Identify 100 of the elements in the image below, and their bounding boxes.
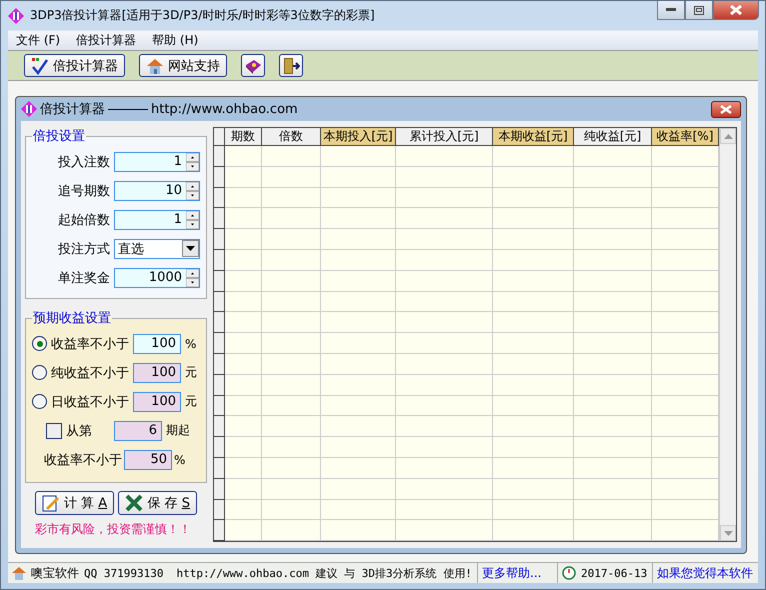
spin-field[interactable]: 1000: [114, 268, 200, 288]
table-cell: [225, 188, 262, 208]
status-message: http://www.ohbao.com 建议 与 3D排3分析系统 使用!: [176, 566, 472, 580]
calculate-button[interactable]: 计 算 A: [35, 491, 114, 515]
dropdown[interactable]: 直选: [114, 238, 200, 258]
field-label: 收益率不小于: [44, 452, 122, 468]
input-field[interactable]: 6: [114, 420, 162, 440]
spin-arrows-icon: [186, 182, 199, 200]
option-label: 纯收益不小于: [51, 364, 129, 382]
unit-label: 元: [185, 393, 197, 410]
column-header: 本期投入[元]: [321, 128, 396, 146]
field-label: 投入注数: [58, 154, 110, 170]
input-field[interactable]: 100: [133, 392, 181, 412]
column-header: 本期收益[元]: [493, 128, 574, 146]
group-title: 预期收益设置: [32, 310, 112, 327]
spin-field[interactable]: 1: [114, 210, 200, 230]
table-cell: [262, 416, 321, 438]
field-label: 追号期数: [58, 182, 110, 200]
checkbox-label: 从第: [66, 422, 92, 440]
input-field[interactable]: 100: [133, 362, 181, 382]
input-field[interactable]: 50: [124, 450, 172, 470]
table-cell: [262, 396, 321, 416]
table-cell: [225, 458, 262, 479]
checkmark-icon: [31, 56, 49, 74]
close-button[interactable]: [711, 100, 741, 118]
clock-icon: [562, 566, 576, 580]
company-name: 噢宝软件: [31, 564, 79, 582]
radio-button[interactable]: [32, 394, 47, 409]
table-cell: [262, 229, 321, 250]
scrollbar[interactable]: [719, 128, 736, 541]
status-date: 2017-06-13: [581, 566, 648, 580]
column-header: 收益率[%]: [652, 128, 719, 146]
checkbox[interactable]: [46, 422, 62, 438]
menu-item[interactable]: 帮助 (H): [144, 32, 206, 49]
column-header: 累计投入[元]: [396, 128, 493, 146]
table-cell: [262, 437, 321, 458]
table-cell: [225, 208, 262, 230]
table-cell: [262, 292, 321, 312]
website-url: http://www.ohbao.com: [151, 102, 298, 116]
table-cell: [262, 500, 321, 520]
menu-item[interactable]: 文件 (F): [8, 32, 68, 49]
table-cell: [262, 208, 321, 230]
table-cell: [225, 354, 262, 375]
spin-field[interactable]: 1: [114, 152, 200, 172]
save-button[interactable]: 保 存 S: [118, 491, 197, 515]
app-logo-icon: [21, 101, 37, 117]
exit-button[interactable]: [279, 54, 303, 77]
radio-button[interactable]: [32, 365, 47, 380]
table-cell: [225, 333, 262, 354]
option-label: 日收益不小于: [51, 394, 129, 410]
spin-arrows-icon: [186, 152, 199, 170]
table-cell: [225, 166, 262, 188]
status-note: 如果您觉得本软件: [657, 564, 753, 582]
house-icon: [146, 56, 164, 74]
house-icon: [12, 566, 26, 580]
spin-arrows-icon: [186, 268, 199, 286]
table-cell: [262, 166, 321, 188]
table-cell: [262, 458, 321, 479]
field-label: 单注奖金: [58, 270, 110, 286]
table-cell: [225, 374, 262, 396]
warning-text: 彩市有风险，投资需谨慎！！: [34, 521, 192, 538]
window-title: 3DP3倍投计算器[适用于3D/P3/时时乐/时时彩等3位数字的彩票]: [30, 7, 375, 24]
table-cell: [262, 520, 321, 541]
close-button[interactable]: [713, 1, 759, 20]
notepad-pencil-icon: [42, 494, 60, 512]
input-field[interactable]: 100: [133, 334, 181, 354]
column-header: 期数: [225, 128, 262, 146]
scroll-up-icon: [724, 134, 732, 138]
minimize-icon: [666, 8, 676, 12]
qq-number: QQ 371993130: [84, 566, 164, 580]
table-cell: [225, 416, 262, 438]
toolbar-button[interactable]: 网站支持: [139, 54, 227, 77]
menu-item[interactable]: 倍投计算器: [68, 32, 144, 49]
maximize-icon: [694, 6, 704, 14]
exit-door-icon: [282, 56, 300, 74]
help-book-button[interactable]: [241, 54, 265, 77]
help-link[interactable]: 更多帮助...: [482, 564, 542, 582]
table-cell: [262, 270, 321, 292]
table-cell: [225, 520, 262, 541]
spin-arrows-icon: [186, 210, 199, 228]
unit-label: 元: [185, 364, 197, 381]
option-label: 收益率不小于: [51, 336, 129, 352]
table-cell: [225, 270, 262, 292]
unit-label: 期起: [166, 422, 190, 439]
table-cell: [262, 478, 321, 500]
table-cell: [225, 312, 262, 334]
table-cell: [225, 146, 262, 167]
minimize-button[interactable]: [657, 1, 685, 20]
window-title: 倍投计算器: [40, 101, 105, 118]
toolbar-button[interactable]: 倍投计算器: [24, 54, 125, 77]
field-label: 投注方式: [58, 240, 110, 258]
spin-field[interactable]: 10: [114, 180, 200, 200]
close-icon: [720, 104, 732, 114]
table-cell: [225, 500, 262, 520]
radio-button[interactable]: [32, 336, 47, 351]
column-header: 纯收益[元]: [574, 128, 652, 146]
maximize-button[interactable]: [685, 1, 713, 20]
scroll-down-icon: [724, 530, 732, 536]
table-cell: [262, 250, 321, 271]
group-title: 倍投设置: [32, 128, 86, 145]
